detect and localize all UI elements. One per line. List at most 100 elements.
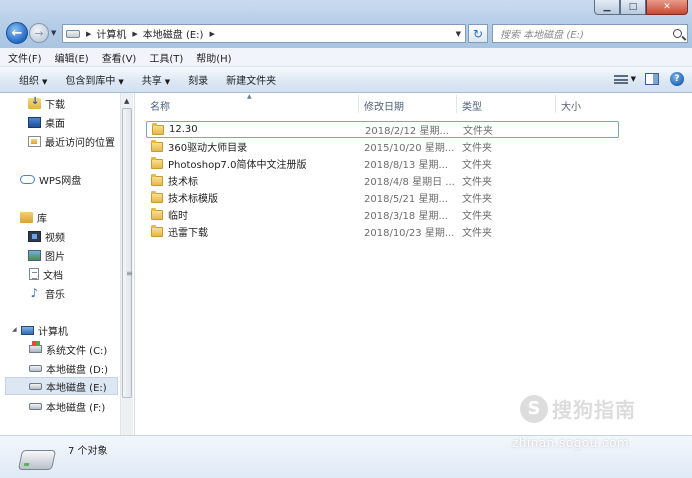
documents-library-icon bbox=[29, 268, 39, 280]
column-header-size[interactable]: 大小 bbox=[561, 98, 581, 113]
file-row[interactable]: Photoshop7.0简体中文注册版 2018/8/13 星期... 文件夹 bbox=[146, 155, 619, 172]
file-date: 2018/10/23 星期... bbox=[364, 228, 455, 239]
file-date: 2018/8/13 星期... bbox=[364, 160, 448, 171]
file-name: Photoshop7.0简体中文注册版 bbox=[168, 160, 307, 171]
new-folder-button[interactable]: 新建文件夹 bbox=[217, 72, 285, 87]
search-icon[interactable] bbox=[673, 29, 682, 38]
back-arrow-icon: ← bbox=[11, 25, 23, 41]
chevron-right-icon[interactable]: ▶ bbox=[132, 30, 137, 38]
title-bar: ▁ □ ✕ ← → ▼ ▶ 计算机 ▶ 本地磁盘 (E:) ▶ ▼ ↻ 搜索 本… bbox=[0, 0, 692, 48]
folder-icon bbox=[151, 156, 163, 169]
nav-item-recent-places[interactable]: 最近访问的位置 bbox=[28, 132, 115, 150]
command-bar: 组织 ▼ 包含到库中 ▼ 共享 ▼ 刻录 新建文件夹 ▼ ? bbox=[0, 67, 692, 93]
file-row[interactable]: 技术标模版 2018/5/21 星期... 文件夹 bbox=[146, 189, 619, 206]
menu-tools[interactable]: 工具(T) bbox=[149, 50, 183, 65]
nav-item-downloads[interactable]: 下载 bbox=[28, 94, 65, 112]
nav-item-desktop[interactable]: 桌面 bbox=[28, 113, 65, 131]
file-row[interactable]: 技术标 2018/4/8 星期日 ... 文件夹 bbox=[146, 172, 619, 189]
include-in-library-button[interactable]: 包含到库中 ▼ bbox=[56, 72, 132, 87]
minimize-button[interactable]: ▁ bbox=[594, 0, 620, 15]
nav-item-wps-cloud[interactable]: WPS网盘 bbox=[20, 170, 81, 188]
column-header-type[interactable]: 类型 bbox=[462, 98, 482, 113]
burn-button[interactable]: 刻录 bbox=[179, 72, 217, 87]
nav-item-documents[interactable]: 文档 bbox=[29, 265, 63, 283]
watermark-url: zhinan.sogou.com bbox=[512, 436, 630, 450]
scroll-up-arrow-icon[interactable]: ▲ bbox=[124, 97, 129, 105]
cloud-icon bbox=[20, 174, 35, 184]
folder-icon bbox=[151, 173, 163, 186]
file-date: 2018/4/8 星期日 ... bbox=[364, 177, 455, 188]
menu-view[interactable]: 查看(V) bbox=[102, 50, 137, 65]
folder-icon bbox=[151, 207, 163, 220]
forward-button[interactable]: → bbox=[29, 23, 49, 43]
menu-help[interactable]: 帮助(H) bbox=[196, 50, 231, 65]
file-row[interactable]: 360驱动大师目录 2015/10/20 星期... 文件夹 bbox=[146, 138, 619, 155]
breadcrumb-drive-e[interactable]: 本地磁盘 (E:) bbox=[143, 26, 204, 41]
nav-item-computer[interactable]: 计算机 bbox=[21, 321, 68, 339]
item-count: 7 个对象 bbox=[68, 446, 108, 457]
address-history-dropdown[interactable]: ▼ bbox=[456, 30, 461, 38]
chevron-right-icon[interactable]: ▶ bbox=[209, 30, 214, 38]
menu-file[interactable]: 文件(F) bbox=[8, 50, 42, 65]
folder-icon bbox=[151, 139, 163, 152]
chevron-right-icon[interactable]: ▶ bbox=[86, 30, 91, 38]
file-name: 12.30 bbox=[169, 124, 198, 135]
file-name: 临时 bbox=[168, 211, 188, 222]
share-button[interactable]: 共享 ▼ bbox=[133, 72, 179, 87]
file-list-pane: ▲ 名称 修改日期 类型 大小 12.30 2018/2/12 星期... 文件… bbox=[134, 93, 692, 435]
include-library-label: 包含到库中 bbox=[65, 76, 116, 87]
column-divider[interactable] bbox=[456, 95, 457, 113]
change-view-icon[interactable] bbox=[613, 74, 628, 84]
watermark-text: 搜狗指南 bbox=[552, 398, 636, 422]
nav-label: 图片 bbox=[45, 251, 65, 263]
close-button[interactable]: ✕ bbox=[646, 0, 688, 15]
nav-item-libraries[interactable]: 库 bbox=[20, 208, 47, 226]
column-divider[interactable] bbox=[555, 95, 556, 113]
nav-item-drive-f[interactable]: 本地磁盘 (F:) bbox=[29, 397, 105, 415]
forward-arrow-icon: → bbox=[34, 26, 44, 40]
nav-label: 计算机 bbox=[38, 326, 68, 338]
file-type: 文件夹 bbox=[462, 228, 492, 239]
nav-label: 本地磁盘 (F:) bbox=[46, 402, 106, 414]
scrollbar-thumb[interactable]: ≡ bbox=[122, 108, 133, 398]
computer-icon bbox=[21, 325, 34, 335]
preview-pane-icon[interactable] bbox=[645, 73, 659, 85]
organize-button[interactable]: 组织 ▼ bbox=[10, 72, 56, 87]
window-controls: ▁ □ ✕ bbox=[594, 0, 688, 15]
nav-label: 库 bbox=[37, 213, 47, 225]
search-input[interactable]: 搜索 本地磁盘 (E:) bbox=[493, 26, 584, 41]
help-icon[interactable]: ? bbox=[670, 72, 684, 86]
file-row[interactable]: 迅雷下载 2018/10/23 星期... 文件夹 bbox=[146, 223, 619, 240]
menu-edit[interactable]: 编辑(E) bbox=[55, 50, 89, 65]
refresh-button[interactable]: ↻ bbox=[468, 24, 488, 43]
maximize-button[interactable]: □ bbox=[620, 0, 646, 15]
menu-bar: 文件(F) 编辑(E) 查看(V) 工具(T) 帮助(H) bbox=[0, 48, 692, 67]
nav-item-pictures[interactable]: 图片 bbox=[28, 246, 65, 264]
nav-item-drive-e[interactable]: 本地磁盘 (E:) bbox=[5, 377, 118, 395]
view-controls: ▼ ? bbox=[611, 72, 684, 86]
column-header-name[interactable]: 名称 bbox=[150, 98, 170, 113]
search-box[interactable]: 搜索 本地磁盘 (E:) bbox=[492, 24, 688, 43]
back-button[interactable]: ← bbox=[6, 22, 28, 44]
expand-arrow-icon[interactable]: ◢ bbox=[12, 326, 17, 333]
file-row[interactable]: 临时 2018/3/18 星期... 文件夹 bbox=[146, 206, 619, 223]
column-header-date[interactable]: 修改日期 bbox=[364, 98, 404, 113]
recent-pages-dropdown[interactable]: ▼ bbox=[51, 29, 56, 37]
sort-ascending-icon: ▲ bbox=[247, 93, 252, 100]
folder-icon bbox=[151, 224, 163, 237]
column-divider[interactable] bbox=[358, 95, 359, 113]
music-note-icon: ♪ bbox=[30, 285, 39, 300]
address-bar[interactable]: ▶ 计算机 ▶ 本地磁盘 (E:) ▶ ▼ bbox=[62, 24, 466, 43]
nav-label: 本地磁盘 (E:) bbox=[46, 382, 107, 394]
sogou-logo-icon: S bbox=[520, 394, 548, 423]
file-name: 技术标模版 bbox=[168, 194, 218, 205]
nav-item-drive-c[interactable]: 系统文件 (C:) bbox=[29, 340, 107, 358]
nav-item-music[interactable]: ♪ 音乐 bbox=[28, 284, 65, 302]
nav-item-videos[interactable]: 视频 bbox=[28, 227, 65, 245]
navigation-scrollbar[interactable]: ▲ ≡ bbox=[120, 93, 133, 435]
nav-item-drive-d[interactable]: 本地磁盘 (D:) bbox=[29, 359, 108, 377]
chevron-down-icon[interactable]: ▼ bbox=[631, 75, 636, 83]
breadcrumb-computer[interactable]: 计算机 bbox=[96, 26, 126, 41]
file-row[interactable]: 12.30 2018/2/12 星期... 文件夹 bbox=[146, 121, 619, 138]
navigation-pane: 下载 桌面 最近访问的位置 WPS网盘 库 视频 图片 文档 ♪ 音乐 ◢ 计算… bbox=[0, 93, 133, 435]
